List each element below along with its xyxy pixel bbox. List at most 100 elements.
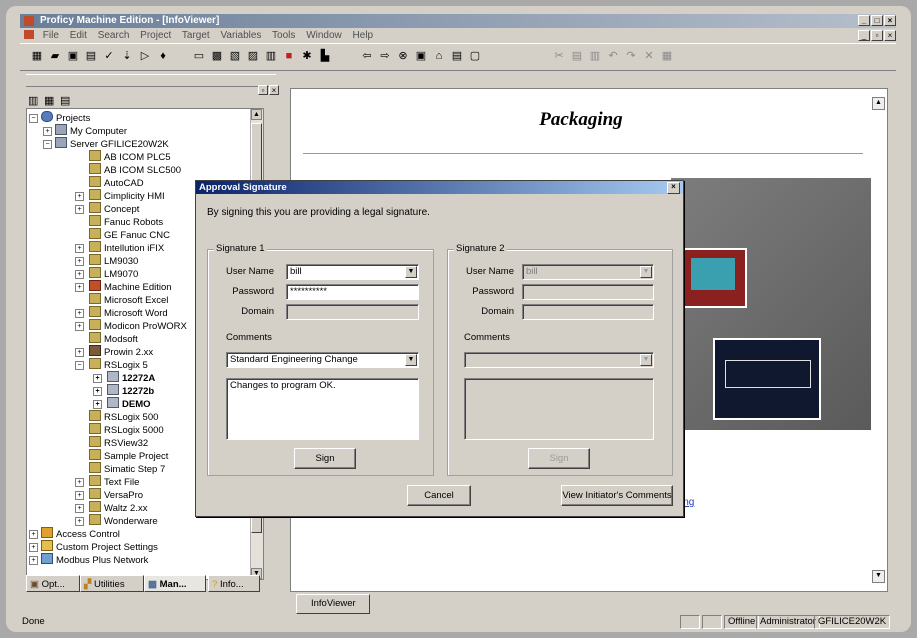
navigator-pin-button[interactable]: ▫ (258, 85, 268, 95)
feedback-icon[interactable]: ▨ (246, 49, 260, 63)
tree-item-access-control[interactable]: + Access Control (29, 527, 120, 540)
mdi-restore-button[interactable]: ▫ (871, 30, 883, 41)
view-tree-icon[interactable]: ▦ (44, 94, 54, 107)
download-icon[interactable]: ⇣ (120, 49, 134, 63)
tree-item-cimplicity-hmi[interactable]: + Cimplicity HMI (75, 189, 165, 202)
scroll-up-arrow[interactable]: ▲ (872, 97, 885, 110)
open-icon[interactable]: ▰ (48, 49, 62, 63)
tree-item-lm9030[interactable]: + LM9030 (75, 254, 138, 267)
cut-icon[interactable]: ✂ (552, 49, 566, 63)
maximize-button[interactable]: □ (871, 15, 883, 26)
mdi-minimize-button[interactable]: _ (858, 30, 870, 41)
scroll-down-arrow[interactable]: ▼ (872, 570, 885, 583)
stop-icon[interactable]: ⊗ (396, 49, 410, 63)
tree-item-sample-project[interactable]: Sample Project (89, 449, 168, 462)
view-details-icon[interactable]: ▤ (60, 94, 70, 107)
delete-icon[interactable]: ✕ (642, 49, 656, 63)
tree-item-microsoft-excel[interactable]: Microsoft Excel (89, 293, 168, 306)
menu-variables[interactable]: Variables (220, 30, 261, 41)
print-page-icon[interactable]: ▤ (450, 49, 464, 63)
tab-utilities[interactable]: ▞ Utilities (80, 575, 144, 592)
paste-icon[interactable]: ▥ (588, 49, 602, 63)
companion-icon[interactable]: ▥ (264, 49, 278, 63)
comment-textarea-disabled[interactable] (464, 378, 654, 440)
menu-target[interactable]: Target (182, 30, 210, 41)
menu-help[interactable]: Help (353, 30, 374, 41)
mdi-close-button[interactable]: × (884, 30, 896, 41)
tree-item-demo[interactable]: + DEMO (93, 397, 151, 410)
tab-options[interactable]: ▣ Opt... (26, 575, 80, 592)
tools-icon[interactable]: ✱ (300, 49, 314, 63)
password-field[interactable]: ********** (286, 284, 419, 300)
tree-item-rsview32[interactable]: RSView32 (89, 436, 148, 449)
tree-item-rslogix-5000[interactable]: RSLogix 5000 (89, 423, 164, 436)
comment-textarea[interactable]: Changes to program OK. (226, 378, 419, 440)
toolchest-icon[interactable]: ■ (282, 49, 296, 63)
tree-item-rslogix-5[interactable]: − RSLogix 5 (75, 358, 148, 371)
tree-item-12272a[interactable]: +12272A (93, 371, 155, 384)
inspector-icon[interactable]: ▧ (228, 49, 242, 63)
tree-item-lm9070[interactable]: + LM9070 (75, 267, 138, 280)
menu-edit[interactable]: Edit (70, 30, 87, 41)
menu-tools[interactable]: Tools (272, 30, 295, 41)
back-icon[interactable]: ⇦ (360, 49, 374, 63)
undo-icon[interactable]: ↶ (606, 49, 620, 63)
menu-search[interactable]: Search (98, 30, 130, 41)
new-project-icon[interactable]: ▦ (30, 49, 44, 63)
settings-icon[interactable]: ▙ (318, 49, 332, 63)
tree-item-text-file[interactable]: + Text File (75, 475, 139, 488)
user-name-combo-disabled[interactable]: bill ▼ (522, 264, 654, 280)
navigator-icon[interactable]: ▩ (210, 49, 224, 63)
validate-icon[interactable]: ✓ (102, 49, 116, 63)
tree-item-modicon-proworx[interactable]: + Modicon ProWORX (75, 319, 187, 332)
tree-item-ab-icom-plc5[interactable]: AB ICOM PLC5 (89, 150, 171, 163)
pin-icon[interactable]: ♦ (156, 49, 170, 63)
tree-item-ab-icom-slc500[interactable]: AB ICOM SLC500 (89, 163, 181, 176)
tab-info[interactable]: ? Info... (208, 575, 260, 592)
sync-icon[interactable]: ▢ (468, 49, 482, 63)
copy-icon[interactable]: ▤ (570, 49, 584, 63)
scroll-up-arrow[interactable]: ▲ (251, 109, 262, 120)
print-icon[interactable]: ▤ (84, 49, 98, 63)
tree-item-ge-fanuc-cnc[interactable]: GE Fanuc CNC (89, 228, 170, 241)
tab-manager[interactable]: ▩ Man... (144, 575, 206, 592)
view-list-icon[interactable]: ▥ (28, 94, 38, 107)
tree-item-modsoft[interactable]: Modsoft (89, 332, 138, 345)
tree-item-simatic-step-7[interactable]: Simatic Step 7 (89, 462, 165, 475)
tree-item-my-computer[interactable]: + My Computer (43, 124, 127, 137)
forward-icon[interactable]: ⇨ (378, 49, 392, 63)
cancel-button[interactable]: Cancel (407, 485, 471, 506)
tree-item-12272b[interactable]: +12272b (93, 384, 154, 397)
menu-file[interactable]: File (43, 30, 59, 41)
comment-type-select[interactable]: Standard Engineering Change ▼ (226, 352, 419, 368)
domain-field[interactable] (286, 304, 419, 320)
password-field-disabled[interactable] (522, 284, 654, 300)
tree-item-prowin[interactable]: + Prowin 2.xx (75, 345, 153, 358)
view-initiators-comments-button[interactable]: View Initiator's Comments (561, 485, 673, 506)
tree-item-wonderware[interactable]: + Wonderware (75, 514, 158, 527)
tree-item-projects[interactable]: − Projects (29, 111, 90, 124)
tree-item-autocad[interactable]: AutoCAD (89, 176, 144, 189)
sign-button-disabled[interactable]: Sign (528, 448, 590, 469)
user-name-combo[interactable]: bill ▼ (286, 264, 419, 280)
window-icon[interactable]: ▭ (192, 49, 206, 63)
domain-field-disabled[interactable] (522, 304, 654, 320)
tree-item-waltz[interactable]: + Waltz 2.xx (75, 501, 147, 514)
tab-infoviewer[interactable]: InfoViewer (296, 594, 370, 614)
tree-item-versapro[interactable]: + VersaPro (75, 488, 143, 501)
comment-type-select-disabled[interactable]: ▼ (464, 352, 654, 368)
tree-item-server[interactable]: − Server GFILICE20W2K (43, 137, 169, 150)
home-icon[interactable]: ⌂ (432, 49, 446, 63)
navigator-close-button[interactable]: × (269, 85, 279, 95)
redo-icon[interactable]: ↷ (624, 49, 638, 63)
menu-project[interactable]: Project (140, 30, 171, 41)
properties-icon[interactable]: ▦ (660, 49, 674, 63)
navigator-grip[interactable] (26, 74, 276, 87)
tree-item-concept[interactable]: + Concept (75, 202, 139, 215)
minimize-button[interactable]: _ (858, 15, 870, 26)
close-button[interactable]: × (884, 15, 896, 26)
chevron-down-icon[interactable]: ▼ (405, 354, 417, 366)
tree-item-machine-edition[interactable]: + Machine Edition (75, 280, 172, 293)
tree-item-fanuc-robots[interactable]: Fanuc Robots (89, 215, 163, 228)
chevron-down-icon[interactable]: ▼ (405, 266, 417, 278)
